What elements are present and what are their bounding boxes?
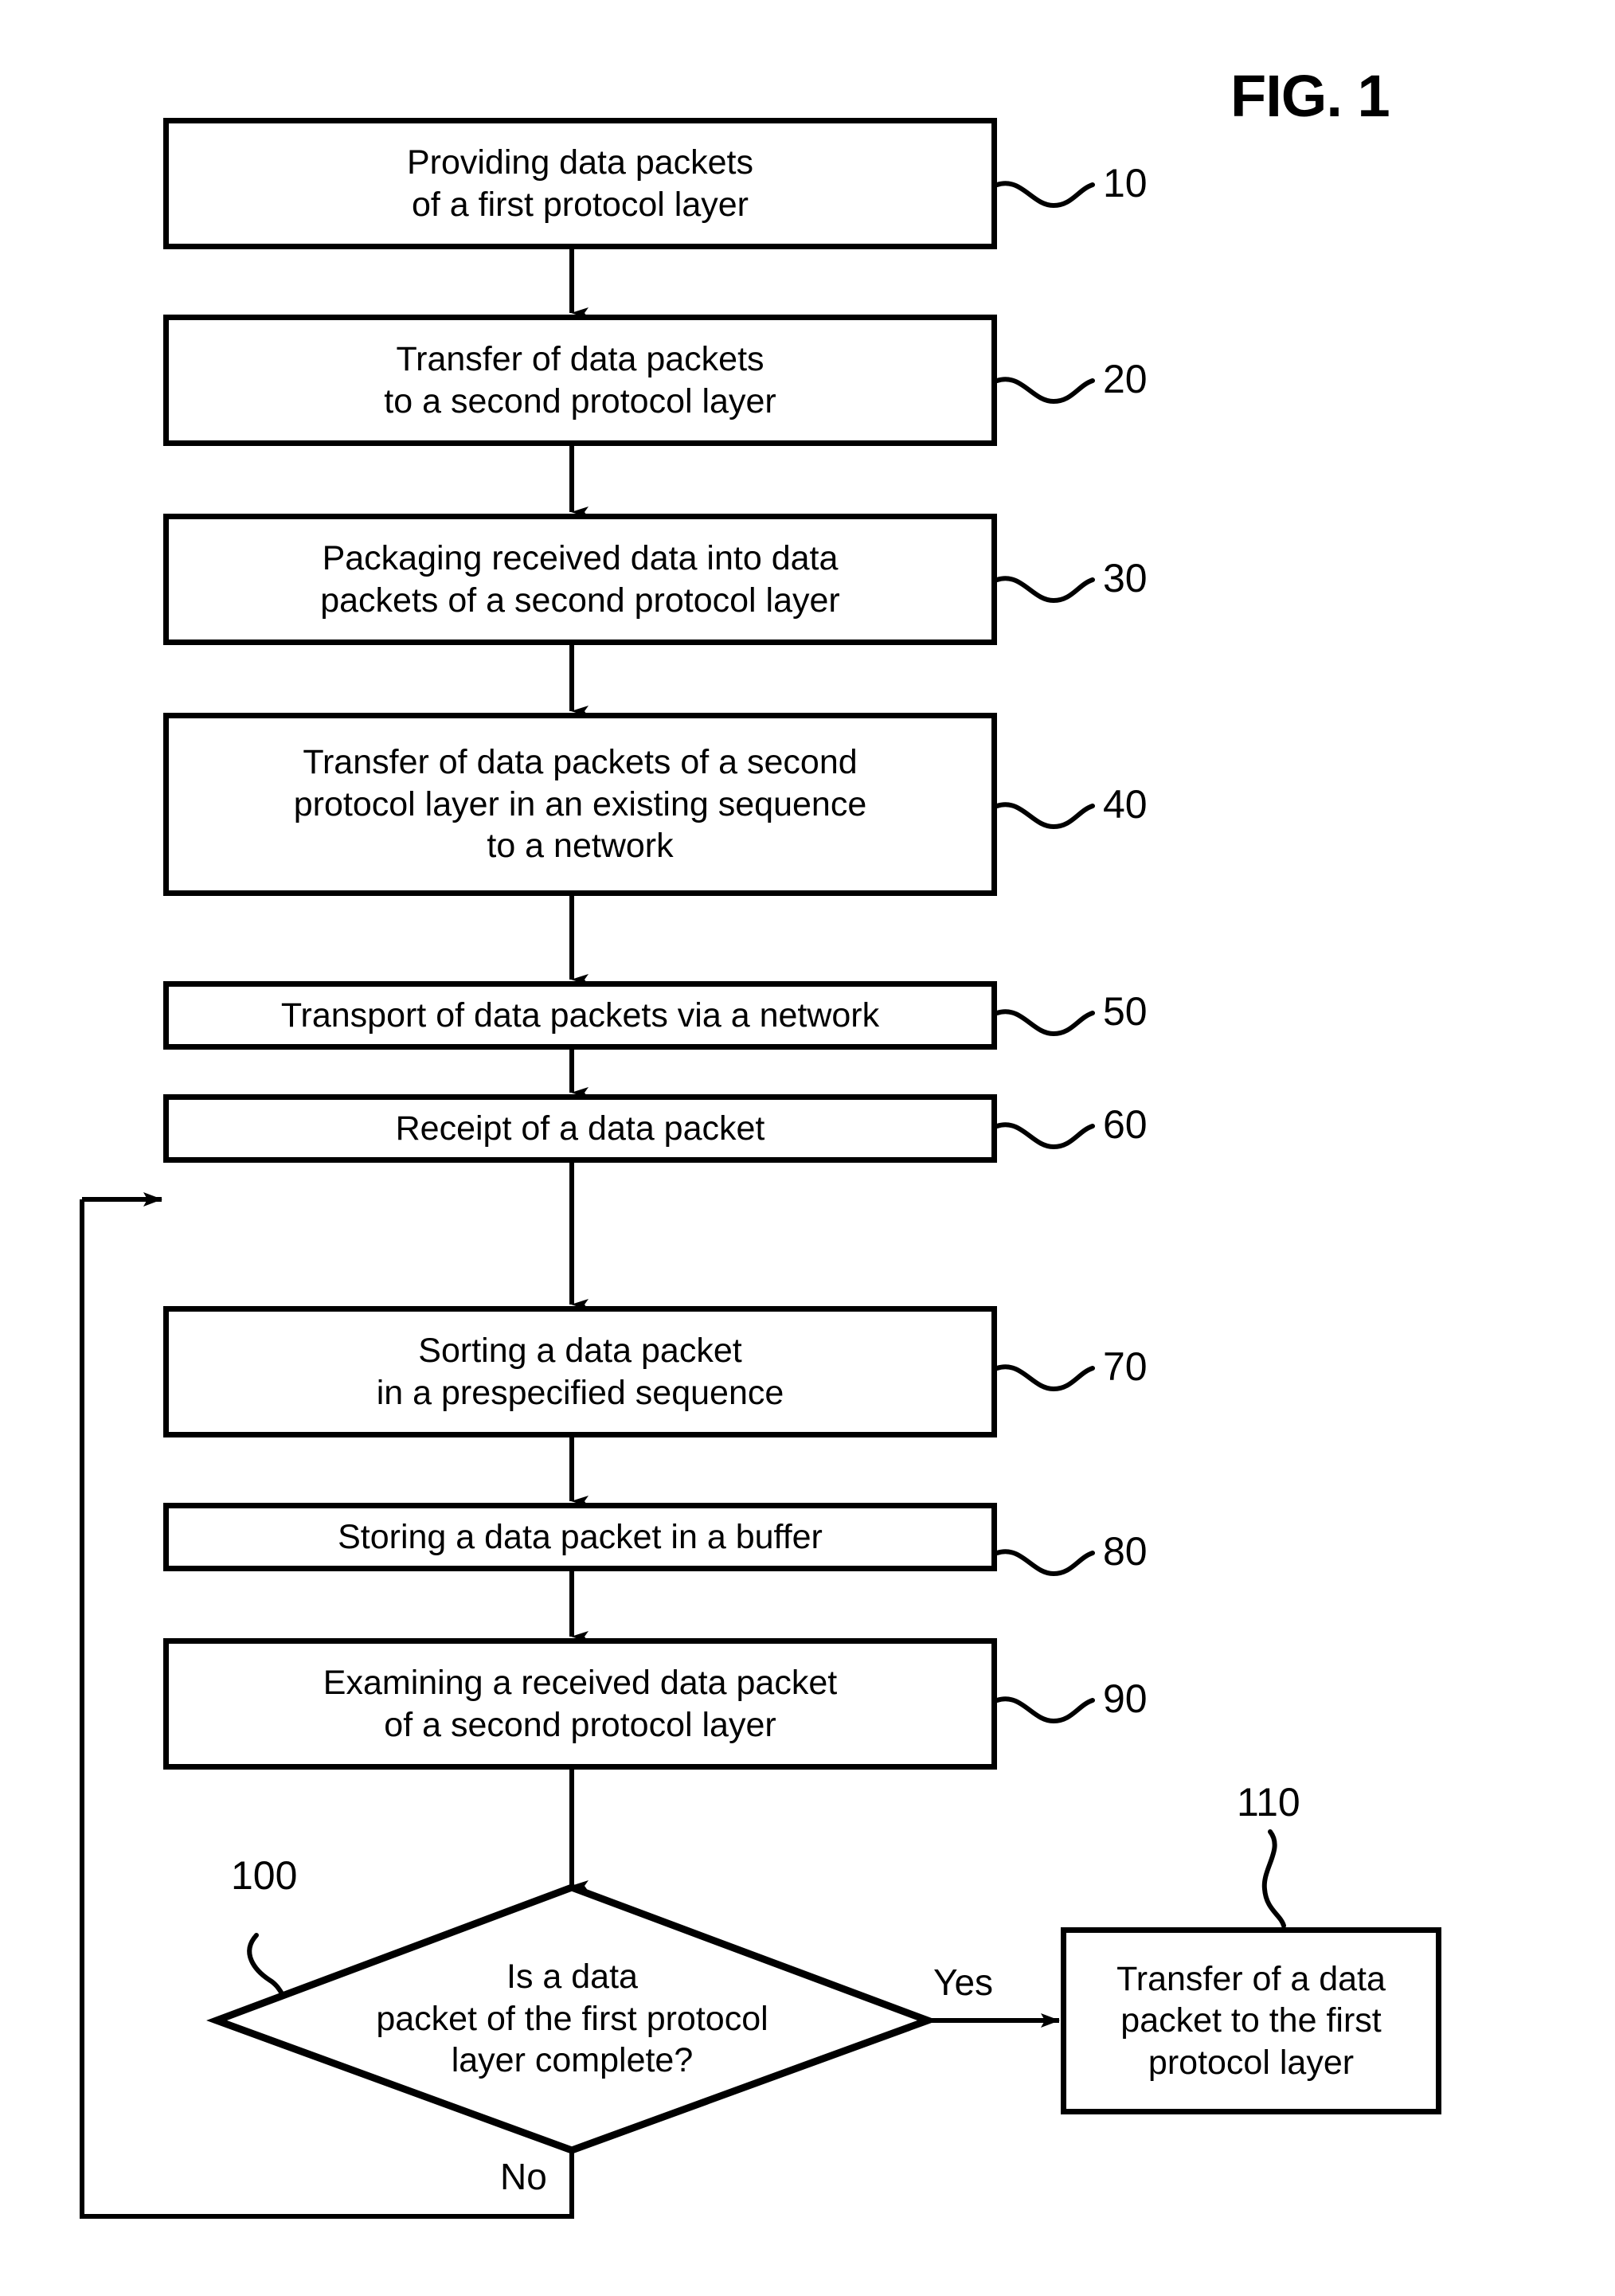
reference-numeral-110: 110 xyxy=(1237,1780,1300,1825)
node-label: Storing a data packet in a buffer xyxy=(338,1517,823,1556)
leader-40 xyxy=(995,802,1095,830)
figure-title: FIG. 1 xyxy=(1230,63,1390,129)
node-label: Transfer of data packets to a second pro… xyxy=(384,340,776,420)
node-label: Transport of data packets via a network xyxy=(280,995,880,1035)
reference-numeral-80: 80 xyxy=(1103,1529,1148,1574)
reference-numeral-50: 50 xyxy=(1103,989,1148,1034)
reference-numeral-20: 20 xyxy=(1103,357,1148,401)
node-label: Packaging received data into data packet… xyxy=(320,539,840,620)
edge-label-no: No xyxy=(500,2156,547,2197)
leader-10 xyxy=(995,181,1095,209)
reference-numeral-60: 60 xyxy=(1103,1102,1148,1147)
node-label: Transfer of data packets of a second pro… xyxy=(293,743,867,866)
flowchart-node-storing-in-buffer[interactable]: Storing a data packet in a buffer xyxy=(163,1503,997,1571)
flowchart-node-providing-data-packets[interactable]: Providing data packets of a first protoc… xyxy=(163,118,997,249)
leader-20 xyxy=(995,377,1095,405)
flowchart-node-examining-received-packet[interactable]: Examining a received data packet of a se… xyxy=(163,1638,997,1770)
node-label: Examining a received data packet of a se… xyxy=(323,1664,838,1744)
reference-numeral-30: 30 xyxy=(1103,556,1148,600)
reference-numeral-100: 100 xyxy=(231,1853,298,1898)
leader-60 xyxy=(995,1122,1095,1150)
reference-numeral-10: 10 xyxy=(1103,161,1148,205)
flowchart-node-packaging-received-data[interactable]: Packaging received data into data packet… xyxy=(163,514,997,645)
flowchart-node-transfer-in-existing-sequence[interactable]: Transfer of data packets of a second pro… xyxy=(163,713,997,896)
flowchart-node-receipt-of-data-packet[interactable]: Receipt of a data packet xyxy=(163,1094,997,1163)
figure-sheet: FIG. 1 Providing data packets of a first… xyxy=(0,0,1615,2296)
flowchart-node-sorting-data-packet[interactable]: Sorting a data packet in a prespecified … xyxy=(163,1306,997,1437)
leader-30 xyxy=(995,576,1095,604)
flowchart-node-transfer-to-first-layer[interactable]: Transfer of a data packet to the first p… xyxy=(1061,1927,1441,2114)
node-label: Transfer of a data packet to the first p… xyxy=(1116,1959,1386,2082)
leader-110 xyxy=(1261,1829,1286,1928)
edge-label-yes: Yes xyxy=(933,1962,994,2003)
flowchart-node-transport-via-network[interactable]: Transport of data packets via a network xyxy=(163,981,997,1050)
node-label: Providing data packets of a first protoc… xyxy=(406,143,754,224)
reference-numeral-90: 90 xyxy=(1103,1676,1148,1721)
leader-80 xyxy=(995,1549,1095,1577)
leader-70 xyxy=(995,1364,1095,1392)
node-label: Sorting a data packet in a prespecified … xyxy=(376,1332,784,1412)
flowchart-node-transfer-to-second-layer[interactable]: Transfer of data packets to a second pro… xyxy=(163,315,997,446)
reference-numeral-70: 70 xyxy=(1103,1344,1148,1389)
reference-numeral-40: 40 xyxy=(1103,782,1148,827)
node-label: Is a data packet of the first protocol l… xyxy=(376,1958,768,2080)
leader-50 xyxy=(995,1009,1095,1037)
leader-90 xyxy=(995,1696,1095,1724)
node-label: Receipt of a data packet xyxy=(395,1109,765,1148)
flowchart-node-decision-packet-complete[interactable]: Is a data packet of the first protocol l… xyxy=(217,1887,928,2150)
